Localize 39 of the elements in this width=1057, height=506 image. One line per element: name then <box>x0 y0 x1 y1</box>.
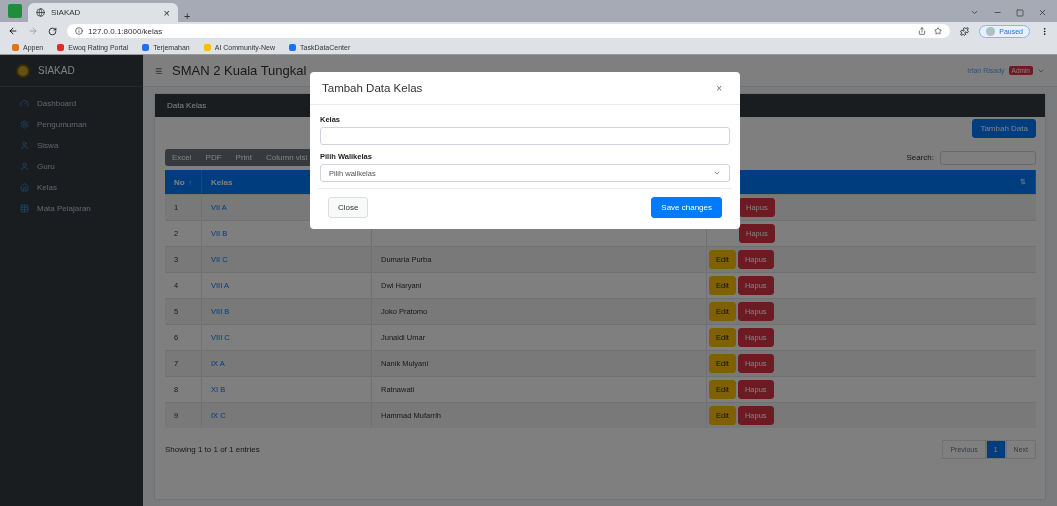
input-field[interactable] <box>320 127 730 145</box>
new-tab-button[interactable]: + <box>184 10 191 22</box>
star-icon[interactable] <box>934 27 943 35</box>
menu-icon[interactable]: ≡ <box>155 63 162 78</box>
house-icon <box>20 183 29 192</box>
dashboard-icon <box>20 99 29 108</box>
column-header[interactable]: Kelas <box>211 177 233 187</box>
globe-icon <box>36 8 45 17</box>
restore-icon[interactable] <box>1016 8 1024 17</box>
extensions-icon[interactable] <box>960 26 970 36</box>
save-button[interactable]: Save changes <box>651 197 722 218</box>
address-bar[interactable]: 127.0.0.1:8000/kelas <box>67 24 951 38</box>
user-icon <box>20 141 29 150</box>
search-label: Search: <box>906 153 934 162</box>
share-icon[interactable] <box>918 27 927 35</box>
school-logo-icon <box>16 63 30 78</box>
close-modal-button[interactable]: Close <box>328 197 369 218</box>
browser-tab[interactable]: SIAKAD × <box>28 3 178 22</box>
back-icon[interactable] <box>8 26 18 36</box>
info-icon <box>75 27 83 35</box>
sidebar-item[interactable]: Siswa <box>0 135 143 156</box>
forward-icon[interactable] <box>28 26 38 36</box>
close-button[interactable]: × <box>710 81 728 95</box>
brand-name: SIAKAD <box>38 65 75 76</box>
tab-close-button[interactable]: × <box>163 6 170 19</box>
user-icon <box>20 162 29 171</box>
chevron-down-icon <box>713 169 721 177</box>
chevron-down-icon[interactable] <box>970 8 979 17</box>
modal-title: Tambah Data Kelas <box>322 82 423 94</box>
more-icon[interactable] <box>1040 26 1049 36</box>
reload-icon[interactable] <box>48 26 57 36</box>
close-icon[interactable] <box>1038 8 1047 17</box>
gear-icon <box>20 120 29 129</box>
table-icon <box>20 204 29 213</box>
page-title: SMAN 2 Kuala Tungkal <box>172 63 307 78</box>
search-field[interactable] <box>940 150 1036 165</box>
entries-info: Showing 1 to 1 of 1 entries <box>165 445 260 454</box>
column-header[interactable]: No <box>174 177 185 187</box>
add-data-button[interactable]: Tambah Data <box>972 119 1036 138</box>
